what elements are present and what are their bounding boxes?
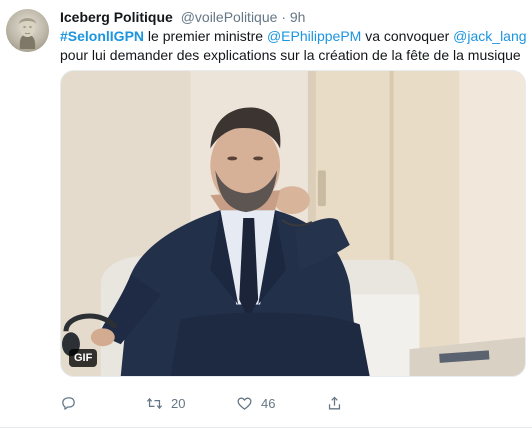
avatar[interactable] (6, 9, 49, 52)
share-icon (328, 396, 341, 409)
retweet-icon (146, 397, 163, 409)
reply-icon (62, 396, 75, 410)
text-segment: va convoquer (361, 28, 454, 44)
hashtag-link[interactable]: #SelonlIGPN (60, 28, 144, 44)
tweet-text: #SelonlIGPN le premier ministre @EPhilip… (60, 27, 527, 65)
tweet-media-gif[interactable]: GIF (60, 70, 526, 377)
text-segment: le premier ministre (144, 28, 267, 44)
like-count: 46 (261, 395, 276, 411)
mention-link-jack-lang[interactable]: @jack_lang (453, 28, 526, 44)
mention-link-ephilippepm[interactable]: @EPhilippePM (267, 28, 361, 44)
tweet[interactable]: Iceberg Politique @voilePolitique · 9h #… (0, 0, 532, 428)
tweet-header: Iceberg Politique @voilePolitique · 9h (60, 8, 305, 26)
author-name[interactable]: Iceberg Politique (60, 9, 173, 25)
avatar-statue-image (19, 17, 36, 49)
tweet-actions: 20 46 (60, 393, 360, 413)
reply-button[interactable] (60, 393, 77, 413)
retweet-count: 20 (171, 395, 186, 411)
retweet-button[interactable]: 20 (146, 393, 185, 413)
like-button[interactable]: 46 (236, 393, 275, 413)
tweet-text-line-1: #SelonlIGPN le premier ministre @EPhilip… (60, 27, 527, 46)
author-handle[interactable]: @voilePolitique (181, 9, 278, 25)
separator-dot: · (281, 9, 286, 25)
gif-scene-image (61, 71, 525, 376)
share-button[interactable] (326, 393, 343, 413)
heart-icon (237, 397, 252, 410)
gif-badge: GIF (69, 349, 98, 367)
tweet-text-line-2: pour lui demander des explications sur l… (60, 47, 521, 63)
timestamp[interactable]: 9h (290, 9, 306, 25)
